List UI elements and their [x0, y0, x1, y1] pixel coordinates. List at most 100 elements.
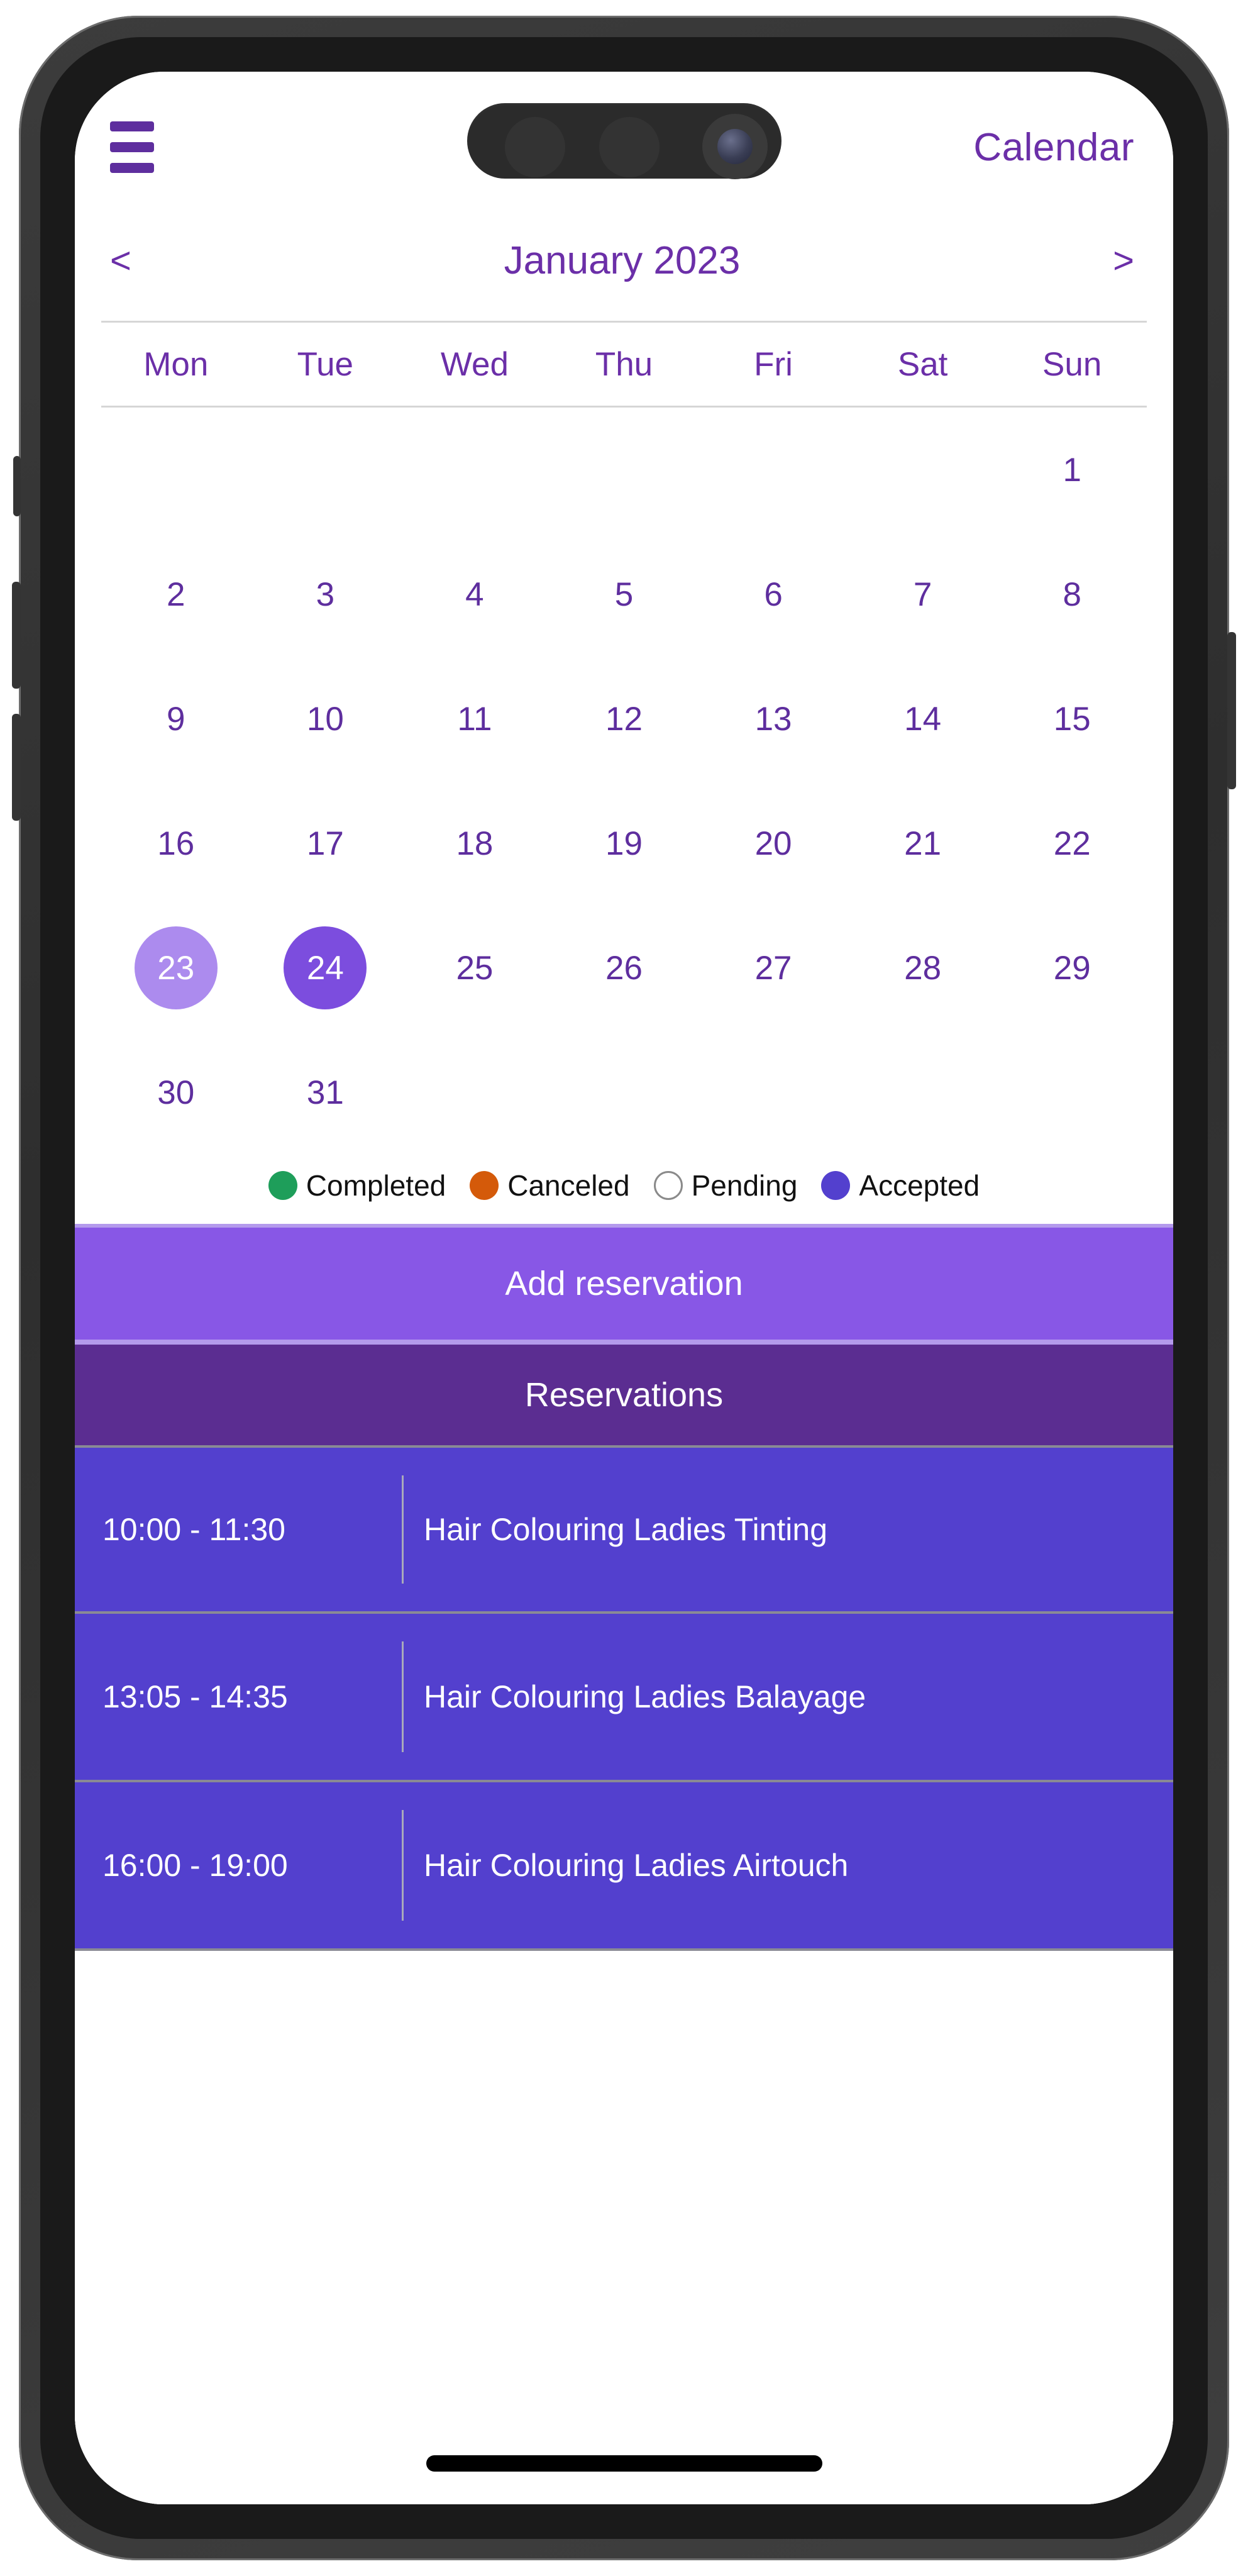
- proximity-sensor-icon: [504, 117, 565, 177]
- reservation-row[interactable]: 13:05 - 14:35 Hair Colouring Ladies Balay…: [75, 1614, 1173, 1782]
- day-cell: 12: [549, 657, 699, 781]
- reservation-title: Hair Colouring Ladies Balayage: [424, 1679, 866, 1714]
- day-cell-empty: [101, 408, 251, 532]
- day-27[interactable]: 27: [732, 926, 815, 1009]
- month-navigation: < January 2023 >: [75, 223, 1173, 298]
- day-13[interactable]: 13: [732, 677, 815, 760]
- day-8[interactable]: 8: [1030, 553, 1113, 636]
- legend-item-pending: Pending: [653, 1169, 797, 1202]
- day-7[interactable]: 7: [881, 553, 964, 636]
- reservation-time: 16:00 - 19:00: [102, 1848, 288, 1883]
- day-22[interactable]: 22: [1030, 802, 1113, 885]
- day-19[interactable]: 19: [582, 802, 665, 885]
- day-cell: 24: [251, 906, 400, 1030]
- day-11[interactable]: 11: [433, 677, 516, 760]
- page-title: Calendar: [973, 125, 1134, 169]
- day-15[interactable]: 15: [1030, 677, 1113, 760]
- weekday-label-wed: Wed: [440, 345, 509, 383]
- dynamic-island: [467, 103, 781, 179]
- day-cell: 16: [101, 781, 251, 906]
- calendar-grid: Mon Tue Wed Thu Fri Sat Sun 1 2 3 4 5 6 7 8 9 10 11 12 13 1…: [75, 321, 1173, 1155]
- day-26[interactable]: 26: [582, 926, 665, 1009]
- phone-frame: Calendar < January 2023 > Mon Tue Wed Thu Fr…: [12, 16, 1236, 2560]
- day-2[interactable]: 2: [135, 553, 218, 636]
- day-14[interactable]: 14: [881, 677, 964, 760]
- day-cell: 17: [251, 781, 400, 906]
- day-3[interactable]: 3: [284, 553, 367, 636]
- day-cell: 28: [848, 906, 998, 1030]
- day-18[interactable]: 18: [433, 802, 516, 885]
- day-cell-empty: [848, 408, 998, 532]
- hamburger-bar-3: [110, 163, 154, 173]
- weekday-label-tue: Tue: [297, 345, 354, 383]
- legend-item-accepted: Accepted: [821, 1169, 980, 1202]
- silent-switch-button[interactable]: [13, 456, 21, 516]
- day-17[interactable]: 17: [284, 802, 367, 885]
- phone-screen: Calendar < January 2023 > Mon Tue Wed Thu Fr…: [75, 72, 1173, 2504]
- day-24[interactable]: 24: [284, 926, 367, 1009]
- power-button[interactable]: [1227, 632, 1236, 789]
- day-cell: 31: [251, 1030, 400, 1155]
- previous-month-button[interactable]: <: [110, 240, 185, 282]
- empty-bottom-area: [75, 1951, 1173, 2504]
- day-cell: 1: [997, 408, 1147, 532]
- day-cell: 20: [699, 781, 848, 906]
- day-cell-empty: [549, 408, 699, 532]
- day-cell-empty: [699, 408, 848, 532]
- speaker-sensor-icon: [599, 117, 660, 177]
- reservation-row[interactable]: 16:00 - 19:00 Hair Colouring Ladies Airto…: [75, 1782, 1173, 1951]
- day-29[interactable]: 29: [1030, 926, 1113, 1009]
- day-30[interactable]: 30: [135, 1051, 218, 1134]
- day-cell: 18: [400, 781, 549, 906]
- day-10[interactable]: 10: [284, 677, 367, 760]
- day-cell: 22: [997, 781, 1147, 906]
- home-indicator[interactable]: [426, 2455, 822, 2472]
- day-cell: 19: [549, 781, 699, 906]
- day-cell: 21: [848, 781, 998, 906]
- day-4[interactable]: 4: [433, 553, 516, 636]
- reservation-row[interactable]: 10:00 - 11:30 Hair Colouring Ladies Tinti…: [75, 1445, 1173, 1614]
- day-31[interactable]: 31: [284, 1051, 367, 1134]
- volume-down-button[interactable]: [12, 714, 21, 821]
- legend-item-completed: Completed: [268, 1169, 446, 1202]
- day-25[interactable]: 25: [433, 926, 516, 1009]
- day-cell-empty: [251, 408, 400, 532]
- legend-item-canceled: Canceled: [470, 1169, 630, 1202]
- reservations-section-header: Reservations: [75, 1340, 1173, 1445]
- day-cell: 10: [251, 657, 400, 781]
- legend-dot-accepted-icon: [821, 1171, 851, 1200]
- day-16[interactable]: 16: [135, 802, 218, 885]
- day-cell: 6: [699, 532, 848, 657]
- hamburger-menu-icon[interactable]: [110, 121, 154, 173]
- day-cell: 9: [101, 657, 251, 781]
- legend-label-accepted: Accepted: [859, 1169, 980, 1202]
- day-cell: 26: [549, 906, 699, 1030]
- day-cell: 13: [699, 657, 848, 781]
- day-23[interactable]: 23: [134, 926, 218, 1009]
- day-cell: 23: [101, 906, 251, 1030]
- day-cell: 15: [997, 657, 1147, 781]
- weekday-label-mon: Mon: [143, 345, 209, 383]
- next-month-button[interactable]: >: [1059, 240, 1134, 282]
- day-5[interactable]: 5: [582, 553, 665, 636]
- day-6[interactable]: 6: [732, 553, 815, 636]
- day-20[interactable]: 20: [732, 802, 815, 885]
- day-21[interactable]: 21: [881, 802, 964, 885]
- front-camera-lens-icon: [717, 129, 753, 164]
- day-cell: 25: [400, 906, 549, 1030]
- day-12[interactable]: 12: [582, 677, 665, 760]
- volume-up-button[interactable]: [12, 582, 21, 689]
- add-reservation-button[interactable]: Add reservation: [75, 1224, 1173, 1340]
- weekday-label-fri: Fri: [754, 345, 793, 383]
- day-28[interactable]: 28: [881, 926, 964, 1009]
- day-1[interactable]: 1: [1030, 428, 1113, 511]
- reservation-title: Hair Colouring Ladies Tinting: [424, 1511, 828, 1547]
- day-cell: 11: [400, 657, 549, 781]
- hamburger-bar-1: [110, 121, 154, 131]
- legend-dot-pending-icon: [653, 1171, 683, 1200]
- day-cell: 30: [101, 1030, 251, 1155]
- phone-stage: Calendar < January 2023 > Mon Tue Wed Thu Fr…: [0, 0, 1248, 2576]
- day-9[interactable]: 9: [135, 677, 218, 760]
- weekday-label-thu: Thu: [595, 345, 653, 383]
- weekday-header-row: Mon Tue Wed Thu Fri Sat Sun: [101, 321, 1147, 408]
